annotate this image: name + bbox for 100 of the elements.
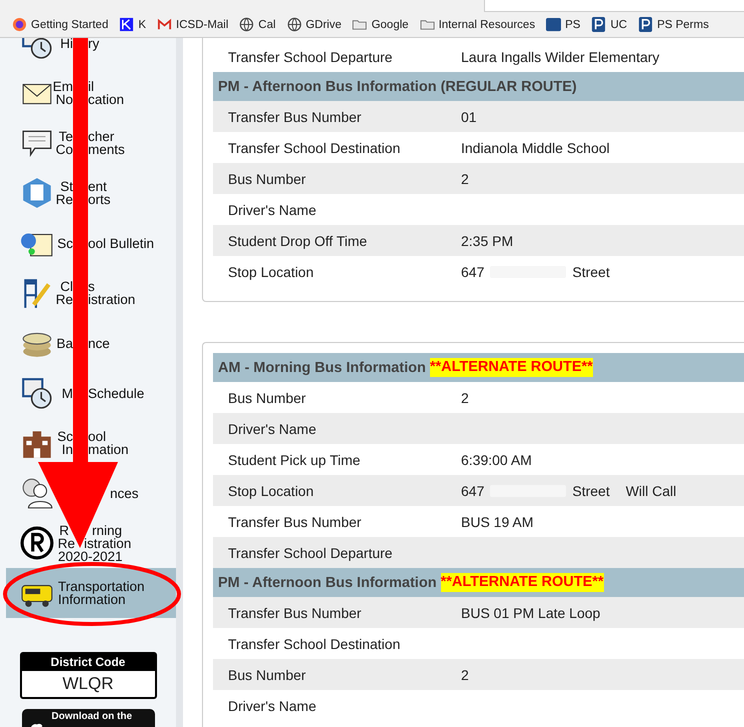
nav-label: nces [110, 486, 139, 500]
bookmark[interactable]: Getting Started [12, 17, 108, 32]
section-title: PM - Afternoon Bus Information [218, 574, 437, 590]
field-label: Bus Number [227, 170, 307, 186]
nav-item[interactable]: M Schedule [6, 368, 176, 418]
field-value: Laura Ingalls Wilder Elementary [461, 48, 660, 64]
nav-item[interactable]: Sc ool In mation [6, 418, 176, 468]
nav-item[interactable]: R rning Re istration 2020-2021 [6, 518, 176, 568]
nav-label: istration [84, 536, 132, 550]
nav-label: ool Bulletin [88, 236, 154, 250]
nav-label: Ba [56, 336, 73, 350]
nav-label: In [62, 443, 73, 456]
bookmark[interactable]: PS Perms [638, 17, 709, 32]
field-label: Bus Number [227, 666, 307, 682]
nav-item[interactable]: Em il No cation [6, 68, 176, 118]
field-value: 6:39:00 AM [461, 452, 532, 468]
field-label: Transfer School Destination [227, 636, 402, 652]
nav-item[interactable]: Cl s Re istration [6, 268, 176, 318]
calendar-clock-icon [20, 376, 54, 410]
nav-label: ent [88, 180, 107, 193]
field-value: Street [572, 264, 610, 280]
nav-item[interactable]: Transportation Information [6, 568, 176, 618]
bookmark[interactable]: GDrive [286, 17, 342, 32]
bookmark-icon [546, 17, 562, 32]
nav-item[interactable]: St ent Re orts [6, 168, 176, 218]
nav-label: No [56, 93, 73, 106]
bookmark[interactable]: Internal Resources [420, 17, 536, 32]
nav-item[interactable]: Hi ry [6, 38, 176, 68]
bookmark[interactable]: UC [591, 17, 628, 32]
field-label: Driver's Name [227, 420, 318, 436]
nav-label: St [60, 180, 73, 193]
nav-label: Hi [60, 38, 73, 50]
nav-label: R [59, 524, 69, 536]
nav-label: Sc [57, 236, 73, 250]
field-value: 647 [461, 264, 484, 280]
field-value: 2 [461, 666, 469, 682]
nav-label: M [62, 386, 73, 400]
nav-label: Re [56, 293, 73, 306]
field-label: Student Pick up Time [227, 452, 362, 468]
bookmark[interactable]: PS [546, 17, 580, 32]
globe-icon [286, 17, 302, 32]
nav-label: cher [88, 130, 114, 143]
field-note: Will Call [626, 482, 676, 498]
field-value: 01 [461, 108, 477, 124]
field-label: Transfer School Destination [227, 140, 402, 156]
mail-icon [157, 17, 172, 32]
field-label: Driver's Name [227, 698, 318, 714]
field-label: Transfer Bus Number [227, 514, 362, 530]
globe-icon [239, 17, 254, 32]
nav-label: 2020-2021 [58, 550, 123, 562]
district-code: WLQR [62, 673, 114, 695]
nav-label: istration [88, 293, 136, 306]
nav-label: Schedule [88, 386, 144, 400]
bookmark-icon [638, 17, 654, 32]
nav-label: s [88, 280, 95, 293]
field-value: 647 [461, 482, 484, 498]
field-value: 2 [461, 170, 469, 186]
people-gear-icon [20, 476, 54, 510]
bookmark[interactable]: Google [352, 17, 409, 32]
bookmark-icon [591, 17, 606, 32]
nav-label: rning [92, 524, 122, 536]
section-title: AM - Morning Bus Information [218, 360, 426, 376]
report-icon [20, 176, 54, 210]
field-value: BUS 19 AM [461, 514, 534, 530]
field-value: Street [572, 482, 610, 498]
nav-label: Em [52, 80, 73, 93]
browser-icon [12, 17, 27, 32]
nav-label: orts [88, 193, 111, 206]
app-store-badge[interactable]: Download on the [22, 709, 154, 727]
bookmark[interactable]: K [119, 17, 146, 32]
section-title: PM - Afternoon Bus Information (REGULAR ROUTE) [218, 78, 577, 94]
field-label: Transfer Bus Number [227, 108, 362, 124]
field-label: Stop Location [227, 264, 315, 280]
field-label: Transfer Bus Number [227, 604, 362, 620]
field-label: Student Drop Off Time [227, 232, 368, 248]
nav-item[interactable]: Sc ool Bulletin [6, 218, 176, 268]
field-label: Bus Number [227, 390, 307, 406]
bookmark-icon [119, 17, 134, 32]
bookmark[interactable]: ICSD-Mail [157, 17, 228, 32]
district-code-title: District Code [22, 654, 154, 671]
field-value: 2 [461, 390, 469, 406]
nav-item[interactable]: Te cher Co ments [6, 118, 176, 168]
nav-item[interactable]: Ba nce [6, 318, 176, 368]
nav-item[interactable]: nces [6, 468, 176, 518]
field-label: Transfer School Departure [227, 48, 394, 64]
nav-label: nce [88, 336, 110, 350]
field-label: Transfer School Departure [227, 544, 394, 560]
field-label: Stop Location [227, 482, 315, 498]
alert-label: **ALTERNATE ROUTE** [430, 358, 593, 377]
field-value: Indianola Middle School [461, 140, 610, 156]
nav-label: cation [88, 93, 124, 106]
nav-label: ments [88, 143, 125, 156]
nav-label: Te [58, 130, 73, 143]
nav-label: ool [88, 430, 106, 443]
nav-label: Co [56, 143, 73, 156]
field-value: BUS 01 PM Late Loop [461, 604, 600, 620]
registered-mark-icon [20, 526, 54, 560]
nav-label: Sc [57, 430, 73, 443]
bookmark[interactable]: Cal [239, 17, 276, 32]
nav-label: Cl [60, 280, 73, 293]
